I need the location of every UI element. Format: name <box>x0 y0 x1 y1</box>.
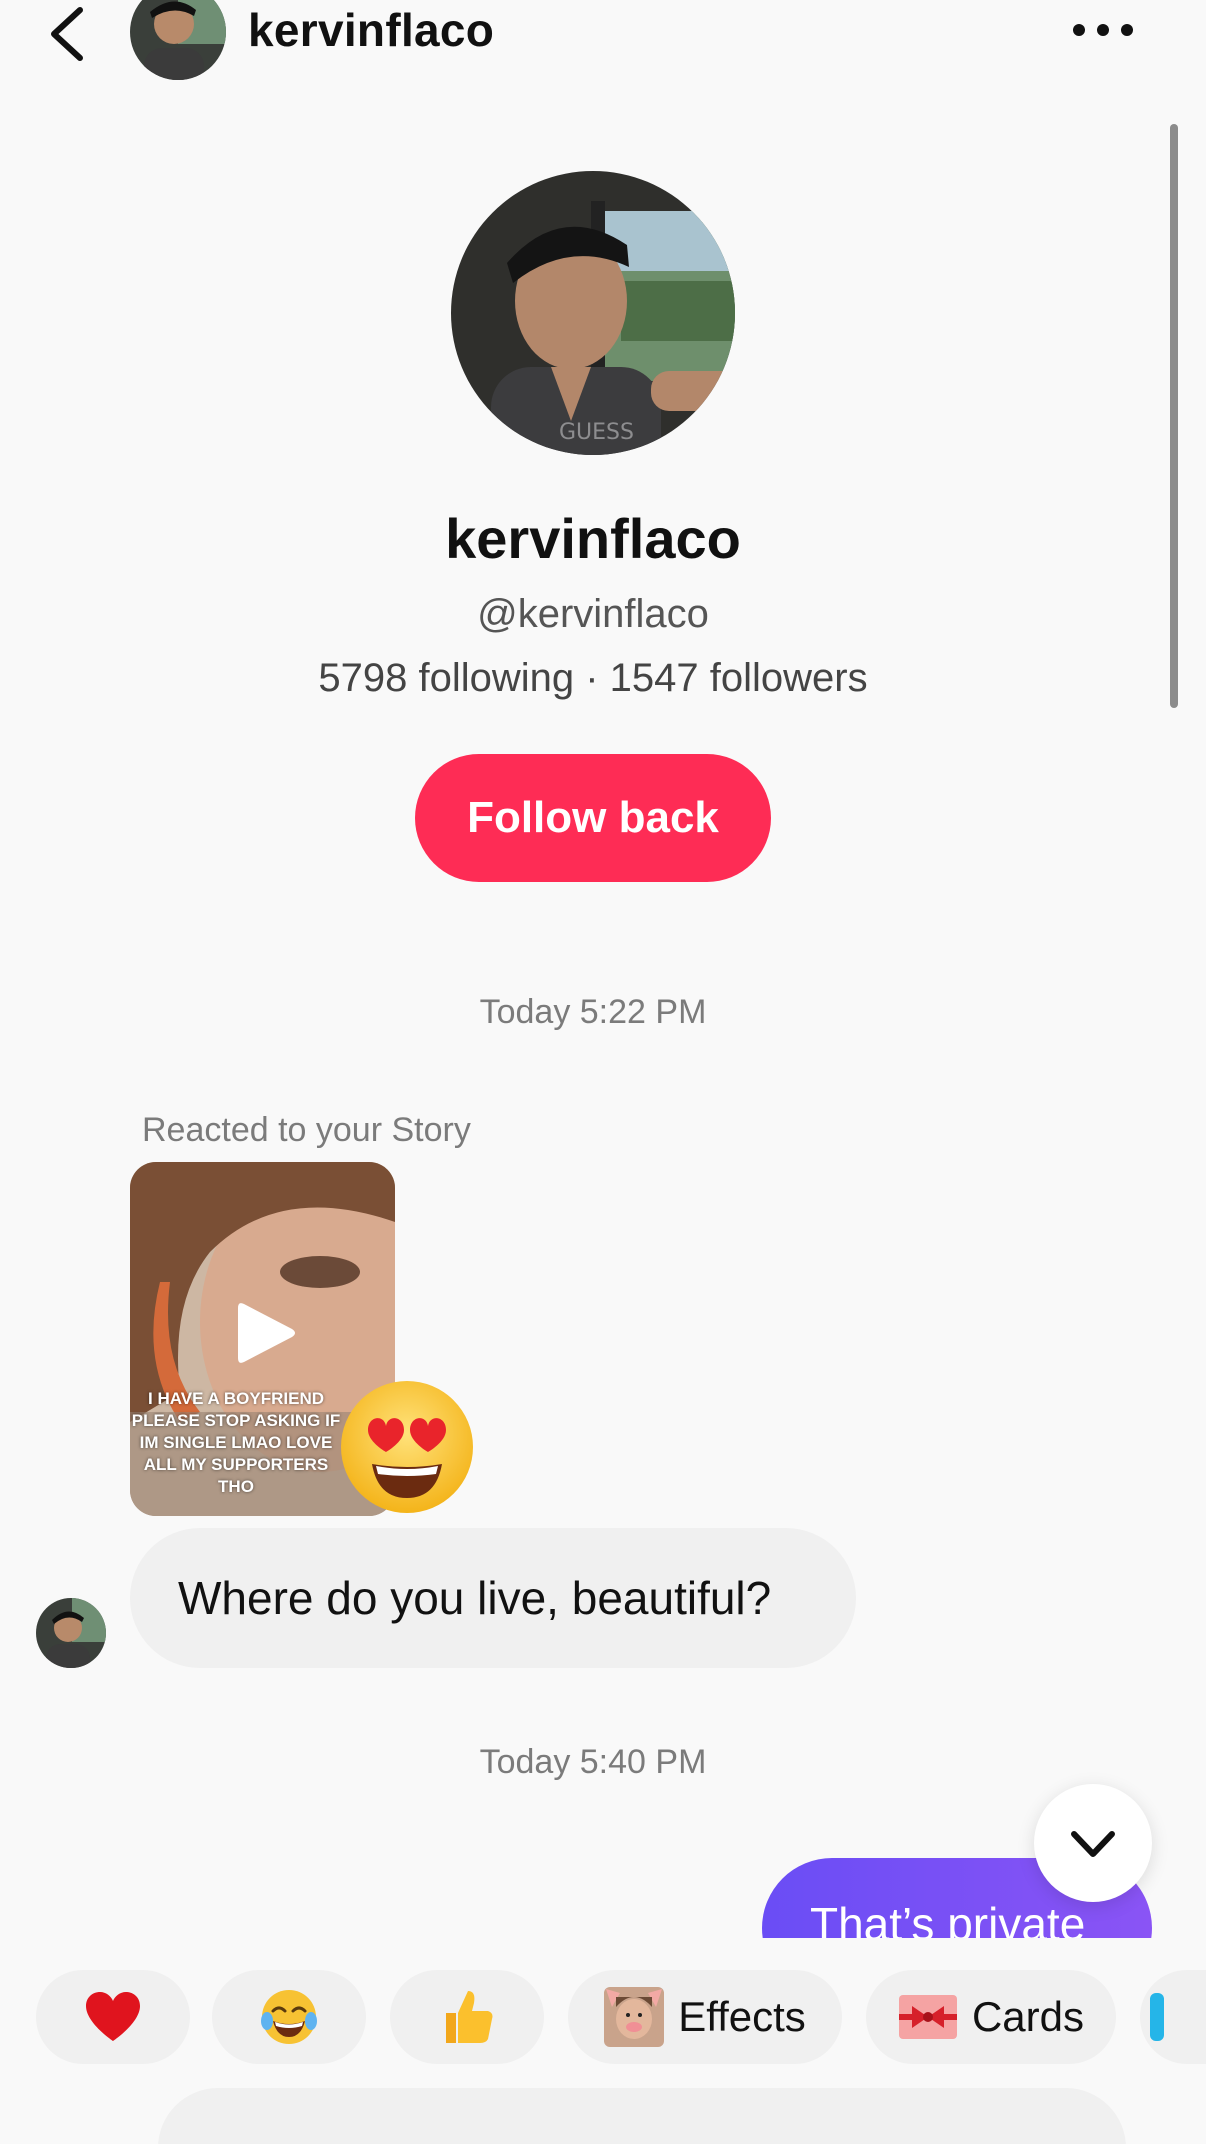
quick-actions-bar: Effects Cards <box>0 1970 1206 2070</box>
incoming-message-bubble[interactable]: Where do you live, beautiful? <box>130 1528 856 1668</box>
tears-of-joy-icon <box>261 1990 317 2044</box>
quick-laugh-button[interactable] <box>212 1970 366 2064</box>
message-timestamp: Today 5:22 PM <box>479 993 707 1031</box>
more-horizontal-icon <box>1073 24 1133 36</box>
pig-face-effect-icon <box>604 1987 665 2047</box>
sender-avatar[interactable] <box>36 1598 106 1668</box>
quick-thumbs-up-button[interactable] <box>390 1970 544 2064</box>
partial-action-icon <box>1150 1993 1164 2041</box>
reacted-story-label: Reacted to your Story <box>142 1111 471 1149</box>
message-input-field[interactable] <box>158 2088 1126 2144</box>
cards-button[interactable]: Cards <box>866 1970 1116 2064</box>
chevron-left-icon <box>51 7 83 61</box>
effects-button[interactable]: Effects <box>568 1970 842 2064</box>
profile-stats: 5798 following · 1547 followers <box>318 656 868 700</box>
message-timestamp: Today 5:40 PM <box>479 1743 707 1781</box>
more-quick-actions-button[interactable] <box>1140 1970 1206 2064</box>
chevron-down-icon <box>1071 1831 1115 1857</box>
svg-text:GUESS: GUESS <box>559 420 634 445</box>
back-button[interactable] <box>44 4 94 64</box>
header-username[interactable]: kervinflaco <box>248 2 494 58</box>
scroll-to-bottom-button[interactable] <box>1034 1784 1152 1902</box>
story-caption: I HAVE A BOYFRIEND PLEASE STOP ASKING IF… <box>131 1389 341 1496</box>
thumbs-up-icon <box>446 1991 493 2043</box>
follow-back-button[interactable]: Follow back <box>415 754 771 882</box>
heart-eyes-emoji-icon <box>338 1378 476 1516</box>
cards-label: Cards <box>971 1993 1085 2040</box>
profile-display-name: kervinflaco <box>445 507 741 570</box>
play-icon[interactable] <box>234 1298 298 1368</box>
chat-header: kervinflaco <box>0 0 1206 80</box>
more-options-button[interactable] <box>1070 14 1136 44</box>
effects-label: Effects <box>678 1993 806 2040</box>
profile-handle: @kervinflaco <box>477 592 709 636</box>
gift-card-icon <box>898 1995 957 2039</box>
profile-avatar[interactable]: GUESS <box>451 171 735 455</box>
header-avatar[interactable] <box>130 0 226 80</box>
heart-icon <box>86 1992 140 2041</box>
quick-heart-button[interactable] <box>36 1970 190 2064</box>
